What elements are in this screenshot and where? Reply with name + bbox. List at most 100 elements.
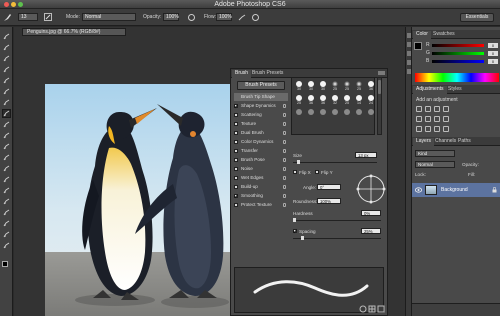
flip-y-checkbox[interactable] [315, 170, 319, 174]
vibrance-adjustment-icon[interactable] [416, 116, 422, 122]
brush-tool-icon[interactable] [3, 13, 12, 22]
lock-icon[interactable] [283, 185, 286, 189]
lock-icon[interactable] [283, 104, 286, 108]
tab-adjustments[interactable]: Adjustments [413, 86, 447, 94]
brush-option-checkbox[interactable] [234, 104, 238, 108]
shape-tool-icon[interactable] [3, 220, 10, 227]
layer-blend-mode-select[interactable]: Normal [415, 161, 455, 168]
brush-tip-preset[interactable]: 36 [318, 94, 328, 106]
size-slider-knob[interactable] [297, 160, 300, 164]
channel-b-slider[interactable] [432, 60, 484, 63]
brush-option-checkbox[interactable] [234, 131, 238, 135]
tab-color[interactable]: Color [413, 31, 431, 39]
blur-tool-icon[interactable] [3, 165, 10, 172]
pressure-opacity-icon[interactable] [188, 14, 195, 21]
posterize-adjustment-icon[interactable] [425, 126, 431, 132]
brush-tip-preset[interactable]: 36 [366, 80, 376, 92]
invert-adjustment-icon[interactable] [416, 126, 422, 132]
clone-stamp-tool-icon[interactable] [3, 121, 10, 128]
flip-x-checkbox[interactable] [293, 170, 297, 174]
size-field[interactable]: 13 px [355, 152, 377, 158]
lock-icon[interactable] [283, 131, 286, 135]
grid-icon[interactable] [368, 305, 376, 313]
brush-option-row[interactable]: Wet Edges [234, 174, 288, 182]
tab-layers[interactable]: Layers [413, 138, 435, 146]
crop-tool-icon[interactable] [3, 77, 10, 84]
brush-grid-scrollbar[interactable] [377, 77, 382, 135]
new-preset-icon[interactable] [377, 305, 385, 313]
brush-tip-preset[interactable] [306, 108, 316, 120]
brush-option-row[interactable]: Texture [234, 120, 288, 128]
panel-menu-icon[interactable] [378, 71, 385, 76]
brush-grid-scroll-thumb[interactable] [378, 80, 381, 94]
channel-g-slider[interactable] [432, 52, 484, 55]
angle-roundness-widget[interactable] [355, 173, 387, 205]
lock-icon[interactable] [283, 149, 286, 153]
brush-tip-preset[interactable] [342, 108, 352, 120]
brush-tip-preset[interactable] [318, 108, 328, 120]
eyedropper-tool-icon[interactable] [3, 88, 10, 95]
mode-select[interactable]: Normal [82, 13, 136, 21]
angle-field[interactable]: 0° [317, 184, 341, 190]
brush-option-checkbox[interactable] [234, 113, 238, 117]
brush-option-checkbox[interactable] [234, 185, 238, 189]
marquee-tool-icon[interactable] [3, 44, 10, 51]
brush-option-row[interactable]: Smoothing [234, 192, 288, 200]
tool-foreground-color-swatch[interactable] [2, 261, 8, 267]
brush-option-row[interactable]: Color Dynamics [234, 138, 288, 146]
layer-row-background[interactable]: Background [412, 183, 500, 197]
spacing-slider[interactable] [293, 238, 381, 239]
lock-icon[interactable] [283, 158, 286, 162]
brush-tip-preset[interactable]: 30 [318, 80, 328, 92]
pen-tool-icon[interactable] [3, 187, 10, 194]
workspace-switcher[interactable]: Essentials [460, 13, 494, 22]
brush-option-checkbox[interactable] [234, 149, 238, 153]
tab-paths[interactable]: Paths [455, 138, 474, 146]
brush-option-checkbox[interactable] [234, 194, 238, 198]
brush-option-checkbox[interactable] [234, 122, 238, 126]
hardness-slider[interactable] [293, 220, 381, 221]
brush-option-row[interactable]: Dual Brush [234, 129, 288, 137]
brush-option-row[interactable]: Shape Dynamics [234, 102, 288, 110]
channel-r-slider[interactable] [432, 44, 484, 47]
curves-adjustment-icon[interactable] [434, 106, 440, 112]
move-tool-icon[interactable] [3, 33, 10, 40]
foreground-color-swatch[interactable] [414, 42, 422, 50]
lock-icon[interactable] [283, 194, 286, 198]
brush-option-row[interactable]: Scattering [234, 111, 288, 119]
brush-option-row[interactable]: Brush Pose [234, 156, 288, 164]
lock-icon[interactable] [283, 176, 286, 180]
quick-selection-tool-icon[interactable] [3, 66, 10, 73]
brush-tip-preset[interactable]: 32 [330, 94, 340, 106]
black-white-adjustment-icon[interactable] [443, 116, 449, 122]
spacing-field[interactable]: 25% [361, 228, 381, 234]
hand-tool-icon[interactable] [3, 231, 10, 238]
brush-tip-preset[interactable]: 24 [366, 94, 376, 106]
brush-option-row[interactable]: Brush Tip Shape [234, 93, 288, 101]
brush-tip-preset[interactable]: 30 [306, 80, 316, 92]
brush-tip-preset[interactable]: 25 [342, 80, 352, 92]
roundness-field[interactable]: 100% [317, 198, 341, 204]
brush-presets-button[interactable]: Brush Presets [237, 81, 285, 90]
tab-styles[interactable]: Styles [445, 86, 465, 94]
brush-tip-preset[interactable]: 36 [306, 94, 316, 106]
hardness-slider-knob[interactable] [293, 218, 296, 222]
brush-tip-preset[interactable] [354, 108, 364, 120]
lock-icon[interactable] [283, 167, 286, 171]
brush-tip-preset[interactable]: 25 [330, 80, 340, 92]
flow-field[interactable]: 100% [216, 13, 232, 21]
layer-visibility-eye-icon[interactable] [415, 187, 422, 193]
brush-tip-preset[interactable] [294, 108, 304, 120]
brush-tip-preset[interactable] [330, 108, 340, 120]
document-tab[interactable]: Penguins.jpg @ 66.7% (RGB/8#) [22, 28, 126, 36]
type-tool-icon[interactable] [3, 198, 10, 205]
brush-tip-preset[interactable]: 25 [354, 80, 364, 92]
color-balance-adjustment-icon[interactable] [434, 116, 440, 122]
brush-option-row[interactable]: Protect Texture [234, 201, 288, 209]
channel-g-value[interactable]: 0 [488, 51, 498, 56]
brush-size-picker[interactable]: 13 [18, 13, 38, 21]
brush-option-checkbox[interactable] [234, 158, 238, 162]
healing-tool-icon[interactable] [3, 99, 10, 106]
canvas-image[interactable] [45, 84, 230, 316]
brightness-adjustment-icon[interactable] [416, 106, 422, 112]
